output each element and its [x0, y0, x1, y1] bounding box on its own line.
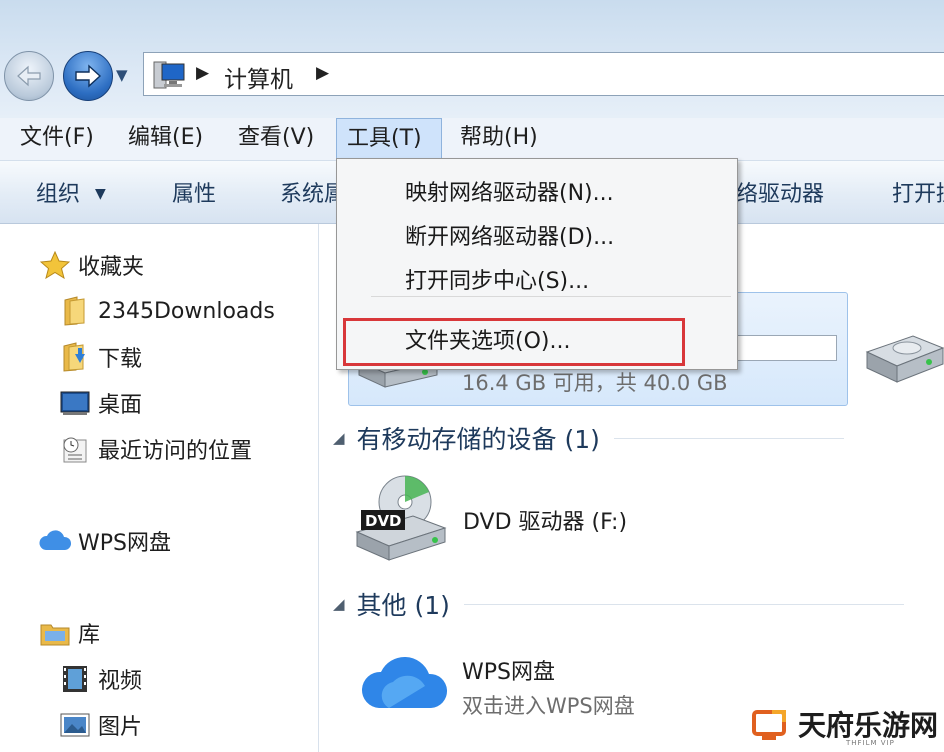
menu-help[interactable]: 帮助(H): [450, 118, 548, 160]
logo-icon: [752, 710, 786, 740]
collapse-triangle-icon[interactable]: ◢: [333, 595, 345, 613]
organize-button[interactable]: 组织 ▼: [36, 176, 106, 208]
map-network-drive-button[interactable]: 络驱动器: [736, 176, 824, 208]
folder-icon: [58, 296, 92, 326]
nav-item-recent-places[interactable]: 最近访问的位置: [58, 431, 252, 467]
nav-item-label: 桌面: [98, 393, 143, 418]
menu-bar: 文件(F) 编辑(E) 查看(V) 工具(T) 帮助(H): [0, 118, 944, 161]
menu-item-open-sync-center[interactable]: 打开同步中心(S)...: [405, 263, 589, 295]
properties-button[interactable]: 属性: [172, 176, 216, 208]
arrow-left-icon: [17, 65, 41, 87]
watermark-subtext: THFILM VIP: [846, 739, 895, 747]
menu-edit[interactable]: 编辑(E): [118, 118, 213, 160]
breadcrumb-separator-icon[interactable]: ▶: [316, 63, 329, 83]
dvd-drive-label: DVD 驱动器 (F:): [463, 510, 628, 535]
open-control-panel-button[interactable]: 打开控: [892, 176, 944, 208]
dvd-drive-item[interactable]: DVD DVD 驱动器 (F:): [353, 472, 693, 564]
collapse-triangle-icon[interactable]: ◢: [333, 429, 345, 447]
nav-wps-cloud-label: WPS网盘: [78, 531, 171, 556]
nav-libraries-label: 库: [78, 623, 101, 648]
menu-tools[interactable]: 工具(T): [336, 118, 442, 160]
group-header-label: 有移动存储的设备 (1): [356, 425, 600, 454]
computer-icon: [153, 61, 185, 89]
address-bar: ▼ ▶ 计算机 ▶: [0, 0, 944, 118]
group-header-label: 其他 (1): [356, 591, 450, 620]
group-header-other[interactable]: ◢ 其他 (1): [333, 584, 904, 624]
video-icon: [58, 664, 92, 694]
nav-item-label: 最近访问的位置: [98, 439, 253, 464]
breadcrumb-separator-icon[interactable]: ▶: [196, 63, 209, 83]
address-field[interactable]: ▶ 计算机 ▶: [143, 52, 944, 96]
recent-places-icon: [58, 434, 92, 464]
breadcrumb-computer[interactable]: 计算机: [224, 60, 293, 94]
nav-item-label: 下载: [98, 347, 143, 372]
wps-cloud-icon: [361, 656, 448, 708]
menu-view[interactable]: 查看(V): [228, 118, 324, 160]
drive-c-free-space: 16.4 GB 可用，共 40.0 GB: [462, 371, 728, 395]
download-folder-icon: [58, 342, 92, 372]
back-button[interactable]: [4, 51, 54, 101]
arrow-right-icon: [75, 64, 102, 88]
history-dropdown-icon[interactable]: ▼: [116, 66, 128, 84]
wps-cloud-item[interactable]: WPS网盘 双击进入WPS网盘: [359, 644, 679, 724]
cloud-icon: [38, 526, 72, 556]
wps-cloud-label: WPS网盘: [462, 660, 555, 685]
chevron-down-icon: ▼: [95, 186, 106, 202]
menu-file[interactable]: 文件(F): [10, 118, 104, 160]
nav-item-desktop[interactable]: 桌面: [58, 385, 142, 421]
nav-favorites[interactable]: 收藏夹: [38, 247, 144, 283]
navigation-pane: 收藏夹 2345Downloads 下载 桌面 最近访问的位置 WPS网盘 库 …: [0, 224, 319, 752]
forward-button[interactable]: [63, 51, 113, 101]
menu-item-map-network-drive[interactable]: 映射网络驱动器(N)...: [405, 175, 614, 207]
nav-item-label: 2345Downloads: [98, 298, 275, 324]
menu-item-disconnect-network-drive[interactable]: 断开网络驱动器(D)...: [405, 219, 614, 251]
group-divider: [613, 437, 844, 439]
nav-item-label: 图片: [98, 715, 143, 740]
dvd-badge: DVD: [365, 512, 402, 530]
watermark-logo: 天府乐游网 THFILM VIP: [752, 700, 944, 752]
watermark-text: 天府乐游网: [798, 709, 939, 742]
nav-wps-cloud[interactable]: WPS网盘: [38, 523, 171, 559]
nav-favorites-label: 收藏夹: [78, 255, 145, 280]
nav-item-downloads[interactable]: 下载: [58, 339, 142, 375]
star-icon: [38, 250, 72, 280]
library-icon: [38, 618, 72, 648]
desktop-icon: [58, 388, 92, 418]
group-header-removable[interactable]: ◢ 有移动存储的设备 (1): [333, 418, 844, 458]
nav-item-2345downloads[interactable]: 2345Downloads: [58, 293, 275, 329]
hard-drive-icon[interactable]: [863, 330, 944, 386]
nav-item-pictures[interactable]: 图片: [58, 707, 142, 743]
highlight-box: [343, 318, 685, 366]
menu-separator: [371, 296, 731, 297]
nav-item-label: 视频: [98, 669, 143, 694]
wps-cloud-sublabel: 双击进入WPS网盘: [462, 694, 635, 718]
picture-icon: [58, 710, 92, 740]
nav-item-videos[interactable]: 视频: [58, 661, 142, 697]
group-divider: [463, 603, 904, 605]
organize-label: 组织: [36, 182, 81, 207]
nav-libraries[interactable]: 库: [38, 615, 100, 651]
